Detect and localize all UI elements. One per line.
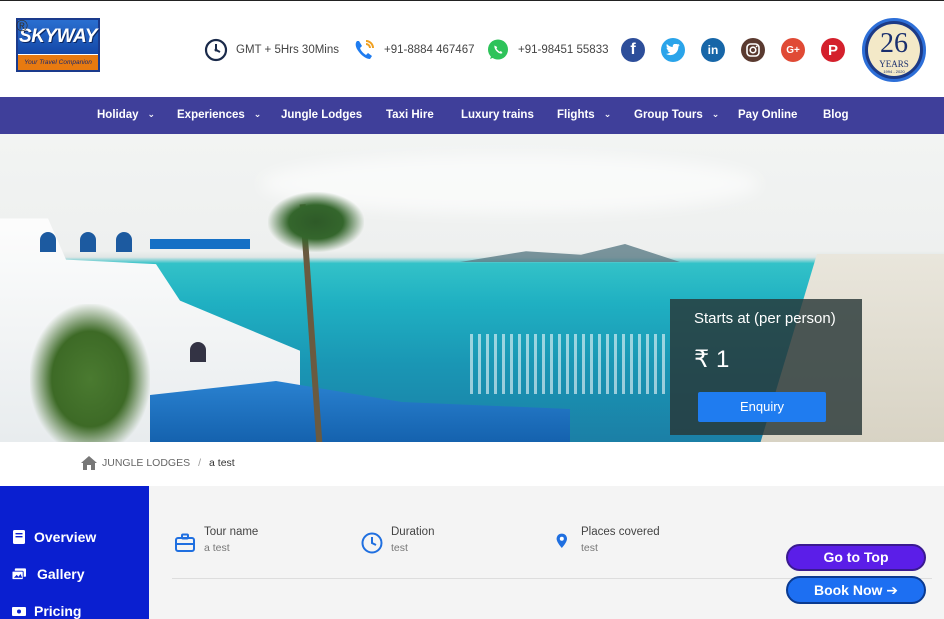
chevron-down-icon: ⌄ — [253, 109, 262, 119]
timezone-info: GMT + 5Hrs 30Mins — [204, 37, 339, 63]
phone-icon — [352, 38, 376, 62]
nav-luxury-trains[interactable]: Luxury trains — [461, 97, 534, 134]
anniversary-number: 26 — [880, 28, 908, 59]
logo-wordmark: SKYWAY — [18, 20, 98, 54]
price-card: Starts at (per person) ₹ 1 Enquiry — [670, 299, 862, 435]
places-info: Places covered test — [551, 526, 660, 554]
money-icon — [12, 604, 26, 618]
top-header: SKYWAY Your Travel Companion ® GMT + 5Hr… — [0, 0, 944, 97]
registered-mark: ® — [16, 18, 28, 35]
badge-inner: 26 YEARS 1994 - 2020 — [868, 24, 920, 76]
chevron-down-icon: ⌄ — [603, 109, 612, 119]
hero-window — [40, 232, 56, 252]
phone-contact[interactable]: +91-8884 467467 — [352, 37, 475, 63]
timezone-text: GMT + 5Hrs 30Mins — [236, 44, 339, 56]
enquiry-button[interactable]: Enquiry — [698, 392, 826, 422]
twitter-icon[interactable] — [661, 38, 685, 62]
tour-sidebar: Overview Gallery Pricing — [0, 486, 149, 619]
whatsapp-contact[interactable]: +91-98451 55833 — [486, 37, 609, 63]
anniversary-badge: 26 YEARS 1994 - 2020 — [862, 18, 926, 82]
clock-icon — [361, 532, 383, 554]
tour-name-info: Tour name a test — [174, 526, 258, 554]
hero-railing — [150, 239, 250, 249]
anniversary-dates: 1994 - 2020 — [883, 69, 905, 74]
google-plus-icon[interactable]: G+ — [781, 38, 805, 62]
facebook-icon[interactable]: f — [621, 38, 645, 62]
breadcrumb-current: a test — [209, 457, 235, 469]
clock-icon — [204, 38, 228, 62]
breadcrumb-separator: / — [198, 457, 202, 469]
home-icon[interactable] — [80, 455, 98, 471]
chevron-down-icon: ⌄ — [147, 109, 156, 119]
linkedin-icon[interactable]: in — [701, 38, 725, 62]
chevron-down-icon: ⌄ — [711, 109, 720, 119]
price-value: ₹ 1 — [694, 346, 730, 373]
sidebar-item-pricing[interactable]: Pricing — [12, 603, 81, 619]
sidebar-item-label: Gallery — [37, 566, 85, 582]
nav-group-tours[interactable]: Group Tours ⌄ — [634, 97, 719, 134]
book-icon — [12, 530, 26, 544]
nav-taxi-hire[interactable]: Taxi Hire — [386, 97, 434, 134]
sidebar-item-overview[interactable]: Overview — [12, 529, 96, 545]
duration-label: Duration — [391, 526, 435, 538]
briefcase-icon — [175, 533, 195, 552]
nav-label: Group Tours — [634, 109, 703, 121]
hero-window — [116, 232, 132, 252]
breadcrumb-parent[interactable]: JUNGLE LODGES — [102, 457, 190, 469]
breadcrumb: JUNGLE LODGES / a test — [80, 453, 235, 473]
whatsapp-number[interactable]: +91-98451 55833 — [518, 44, 609, 56]
hero-palm-leaves — [268, 192, 364, 252]
places-value: test — [581, 542, 598, 554]
tour-name-value: a test — [204, 542, 230, 554]
places-block: Places covered test — [581, 526, 660, 554]
tour-name-block: Tour name a test — [204, 526, 258, 554]
nav-label: Flights — [557, 109, 595, 121]
hero-harbor — [470, 334, 670, 394]
hero-window — [190, 342, 206, 362]
nav-blog[interactable]: Blog — [823, 97, 849, 134]
gallery-icon — [12, 567, 26, 581]
sidebar-item-label: Overview — [34, 529, 97, 545]
places-label: Places covered — [581, 526, 660, 538]
book-now-label: Book Now — [813, 582, 883, 598]
nav-flights[interactable]: Flights ⌄ — [557, 97, 611, 134]
instagram-icon[interactable] — [741, 38, 765, 62]
hero-mountain — [460, 244, 680, 262]
arrow-right-icon: ➔ — [886, 582, 899, 598]
skyway-logo[interactable]: SKYWAY Your Travel Companion — [16, 18, 102, 73]
nav-jungle-lodges[interactable]: Jungle Lodges — [281, 97, 362, 134]
go-to-top-button[interactable]: Go to Top — [786, 544, 926, 571]
nav-holiday[interactable]: Holiday ⌄ — [97, 97, 155, 134]
sidebar-item-gallery[interactable]: Gallery — [12, 566, 84, 582]
pinterest-icon[interactable]: P — [821, 38, 845, 62]
whatsapp-icon — [486, 38, 510, 62]
nav-experiences[interactable]: Experiences ⌄ — [177, 97, 261, 134]
nav-label: Holiday — [97, 109, 139, 121]
map-pin-icon — [556, 533, 567, 548]
hero-plant — [30, 304, 150, 442]
duration-value: test — [391, 542, 408, 554]
duration-info: Duration test — [361, 526, 434, 554]
main-nav: Holiday ⌄ Experiences ⌄ Jungle Lodges Taxi… — [0, 97, 944, 134]
price-label: Starts at (per person) — [694, 310, 836, 327]
phone-number[interactable]: +91-8884 467467 — [384, 44, 475, 56]
anniversary-label: YEARS — [879, 59, 909, 69]
nav-pay-online[interactable]: Pay Online — [738, 97, 797, 134]
sidebar-item-label: Pricing — [34, 603, 82, 619]
nav-label: Experiences — [177, 109, 245, 121]
hero-window — [80, 232, 96, 252]
tour-name-label: Tour name — [204, 526, 259, 538]
logo-tagline: Your Travel Companion — [18, 55, 98, 70]
book-now-button[interactable]: Book Now ➔ — [786, 576, 926, 604]
duration-block: Duration test — [391, 526, 434, 554]
